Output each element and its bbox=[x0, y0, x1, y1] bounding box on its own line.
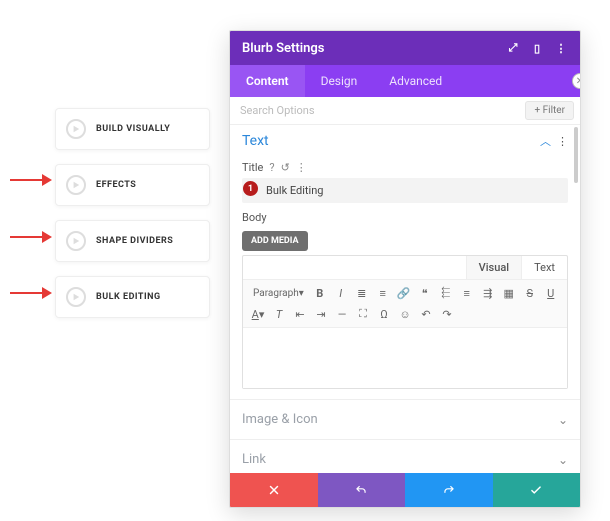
sidebar-item-effects[interactable]: EFFECTS bbox=[55, 164, 210, 206]
play-icon bbox=[66, 231, 86, 251]
panel-header[interactable]: Blurb Settings ⤢ ▯ ⋮ bbox=[230, 31, 580, 65]
sidebar-item-shape-dividers[interactable]: SHAPE DIVIDERS bbox=[55, 220, 210, 262]
indent-icon[interactable]: ⇥ bbox=[312, 305, 330, 323]
play-icon bbox=[66, 119, 86, 139]
fullscreen-icon[interactable]: ⛶ bbox=[354, 305, 372, 323]
chevron-up-icon: ︿ bbox=[540, 133, 551, 149]
text-color-icon[interactable]: A▾ bbox=[249, 305, 267, 323]
tab-advanced[interactable]: Advanced bbox=[373, 65, 458, 97]
bullet-list-icon[interactable]: ≣ bbox=[353, 284, 371, 302]
panel-title: Blurb Settings bbox=[242, 41, 496, 56]
underline-icon[interactable]: U bbox=[542, 284, 560, 302]
play-icon bbox=[66, 175, 86, 195]
toolbar-toggle-icon[interactable]: ▦ bbox=[500, 284, 518, 302]
section-link[interactable]: Link ⌄ bbox=[230, 439, 580, 473]
chevron-down-icon: ⌄ bbox=[558, 453, 568, 467]
blurb-settings-panel: Blurb Settings ⤢ ▯ ⋮ Content Design Adva… bbox=[229, 30, 581, 508]
sidebar-item-label: BULK EDITING bbox=[96, 292, 161, 302]
title-label: Title bbox=[242, 161, 263, 174]
reset-icon[interactable]: ↺ bbox=[281, 161, 290, 174]
arrow-icon bbox=[10, 173, 52, 187]
undo-button[interactable] bbox=[318, 473, 406, 507]
panel-toggle-icon[interactable]: ▯ bbox=[530, 41, 544, 55]
link-icon[interactable]: 🔗 bbox=[395, 284, 413, 302]
help-icon[interactable]: ? bbox=[269, 161, 274, 174]
panel-tabs: Content Design Advanced ✕ bbox=[230, 65, 580, 97]
sidebar-item-label: SHAPE DIVIDERS bbox=[96, 236, 173, 246]
more-icon[interactable]: ⋮ bbox=[296, 161, 307, 174]
editor-textarea[interactable] bbox=[243, 328, 567, 388]
sidebar-item-label: BUILD VISUALLY bbox=[96, 124, 170, 134]
sidebar-item-bulk-editing[interactable]: BULK EDITING bbox=[55, 276, 210, 318]
clear-format-icon[interactable]: T bbox=[270, 305, 288, 323]
outdent-icon[interactable]: ⇤ bbox=[291, 305, 309, 323]
number-list-icon[interactable]: ≡ bbox=[374, 284, 392, 302]
scrollbar-thumb[interactable] bbox=[574, 127, 578, 183]
title-label-row: Title ? ↺ ⋮ bbox=[242, 161, 568, 174]
section-text-header[interactable]: Text ︿ ⋮ bbox=[230, 125, 580, 157]
section-heading: Text bbox=[242, 133, 540, 149]
editor-toolbar: Paragraph ▾ B I ≣ ≡ 🔗 ❝ ⬱ ≡ ⇶ ▦ S U A▾ T… bbox=[243, 280, 567, 328]
search-options-input[interactable]: Search Options bbox=[240, 104, 525, 117]
editor-tab-text[interactable]: Text bbox=[521, 256, 567, 279]
editor-tab-visual[interactable]: Visual bbox=[466, 256, 521, 279]
close-icon[interactable]: ✕ bbox=[572, 73, 581, 89]
title-input[interactable] bbox=[242, 178, 568, 203]
filter-button[interactable]: + Filter bbox=[525, 101, 574, 120]
cancel-button[interactable] bbox=[230, 473, 318, 507]
section-image-icon[interactable]: Image & Icon ⌄ bbox=[230, 399, 580, 439]
body-label: Body bbox=[242, 211, 568, 224]
more-icon[interactable]: ⋮ bbox=[557, 135, 568, 148]
arrow-icon bbox=[10, 230, 52, 244]
chevron-down-icon: ⌄ bbox=[558, 413, 568, 427]
add-media-button[interactable]: ADD MEDIA bbox=[242, 231, 308, 251]
title-field: 1 bbox=[242, 178, 568, 203]
redo-icon[interactable]: ↷ bbox=[438, 305, 456, 323]
sidebar-item-label: EFFECTS bbox=[96, 180, 136, 190]
section-text-body: Title ? ↺ ⋮ 1 Body ADD MEDIA Visual Text… bbox=[230, 161, 580, 399]
strike-icon[interactable]: S bbox=[521, 284, 539, 302]
special-char-icon[interactable]: Ω bbox=[375, 305, 393, 323]
paragraph-dropdown[interactable]: Paragraph ▾ bbox=[249, 284, 308, 302]
arrow-icon bbox=[10, 286, 52, 300]
confirm-button[interactable] bbox=[493, 473, 581, 507]
italic-icon[interactable]: I bbox=[332, 284, 350, 302]
sidebar: BUILD VISUALLY EFFECTS SHAPE DIVIDERS BU… bbox=[55, 108, 210, 332]
redo-button[interactable] bbox=[405, 473, 493, 507]
editor-tabs: Visual Text bbox=[243, 256, 567, 280]
tab-design[interactable]: Design bbox=[305, 65, 374, 97]
options-bar: Search Options + Filter bbox=[230, 97, 580, 125]
bold-icon[interactable]: B bbox=[311, 284, 329, 302]
expand-icon[interactable]: ⤢ bbox=[506, 41, 520, 55]
emoji-icon[interactable]: ☺ bbox=[396, 305, 414, 323]
rich-editor: Visual Text Paragraph ▾ B I ≣ ≡ 🔗 ❝ ⬱ ≡ … bbox=[242, 255, 568, 389]
tab-content[interactable]: Content bbox=[230, 65, 305, 97]
panel-actions bbox=[230, 473, 580, 507]
annotation-marker-1: 1 bbox=[243, 181, 258, 196]
sidebar-item-build-visually[interactable]: BUILD VISUALLY bbox=[55, 108, 210, 150]
align-right-icon[interactable]: ⇶ bbox=[479, 284, 497, 302]
undo-icon[interactable]: ↶ bbox=[417, 305, 435, 323]
align-left-icon[interactable]: ⬱ bbox=[437, 284, 455, 302]
hr-icon[interactable]: ― bbox=[333, 305, 351, 323]
panel-body: Text ︿ ⋮ Title ? ↺ ⋮ 1 Body ADD MEDIA Vi… bbox=[230, 125, 580, 473]
play-icon bbox=[66, 287, 86, 307]
quote-icon[interactable]: ❝ bbox=[416, 284, 434, 302]
align-center-icon[interactable]: ≡ bbox=[458, 284, 476, 302]
more-icon[interactable]: ⋮ bbox=[554, 41, 568, 55]
